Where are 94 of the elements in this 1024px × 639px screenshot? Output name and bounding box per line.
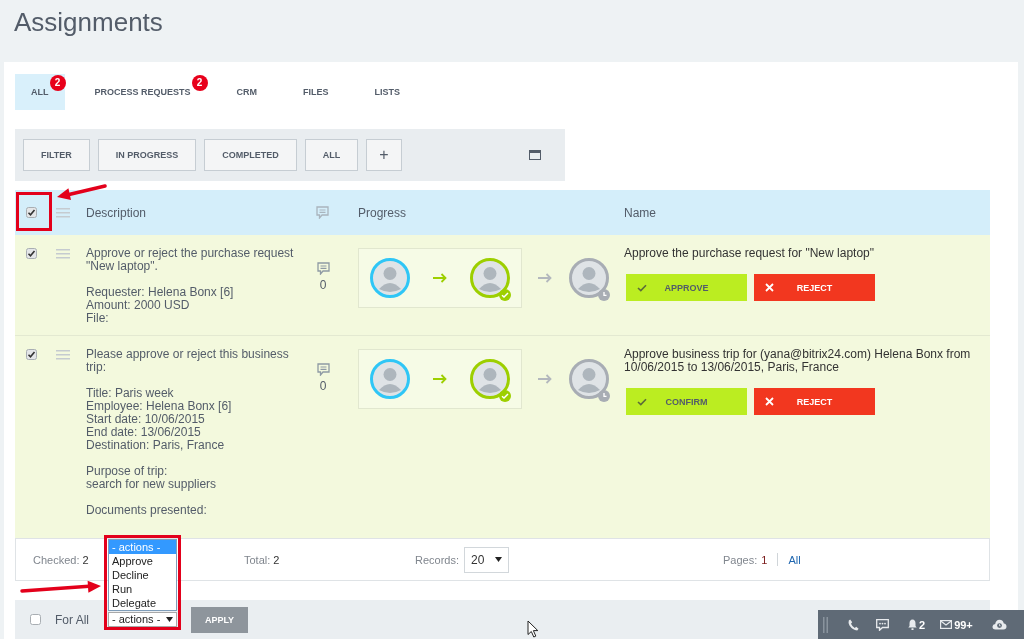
drag-handle-icon bbox=[56, 207, 70, 218]
drag-handle-icon[interactable] bbox=[56, 350, 70, 360]
column-header: Name bbox=[624, 205, 656, 220]
tab[interactable]: CRM bbox=[220, 74, 274, 110]
close-icon bbox=[765, 283, 774, 292]
task-name: Approve the purchase request for "New laptop" bbox=[624, 247, 874, 260]
dropdown-option[interactable]: Delegate bbox=[109, 596, 176, 610]
drag-handle-icon[interactable] bbox=[56, 249, 70, 259]
mail-icon[interactable] bbox=[940, 620, 953, 629]
comment-count: 0 bbox=[319, 380, 327, 393]
phone-icon[interactable] bbox=[848, 618, 859, 631]
message-count: 99+ bbox=[954, 618, 973, 631]
page-link[interactable]: 1 bbox=[761, 553, 768, 566]
mouse-cursor-icon bbox=[527, 620, 539, 638]
description-text: File: bbox=[86, 312, 110, 325]
for-all-label: For All bbox=[55, 612, 89, 627]
avatar-icon bbox=[470, 359, 510, 399]
for-all-checkbox[interactable] bbox=[30, 614, 41, 625]
total-label: Total: bbox=[244, 553, 271, 566]
filter-button[interactable]: ALL bbox=[304, 139, 359, 171]
notification-count: 2 bbox=[919, 618, 926, 631]
comment-icon[interactable] bbox=[316, 262, 330, 275]
caret-icon bbox=[495, 557, 503, 562]
filter-button[interactable]: IN PROGRESS bbox=[97, 139, 197, 171]
tab[interactable]: PROCESS REQUESTS 2 bbox=[78, 74, 207, 110]
records-label: Records: bbox=[415, 553, 460, 566]
check-icon bbox=[637, 283, 647, 292]
avatar-icon bbox=[470, 258, 510, 298]
row-checkbox[interactable] bbox=[26, 248, 37, 259]
add-filter-button[interactable]: + bbox=[366, 139, 402, 171]
checked-count: 2 bbox=[82, 553, 89, 566]
description-text: Amount: 2000 USD bbox=[86, 299, 191, 312]
avatar-icon bbox=[569, 258, 609, 298]
reject-button[interactable]: REJECT bbox=[754, 388, 875, 415]
checked-label: Checked: bbox=[33, 553, 80, 566]
avatar-icon bbox=[370, 258, 410, 298]
arrow-right-icon bbox=[433, 374, 447, 384]
clock-badge-icon bbox=[598, 289, 610, 301]
bell-icon[interactable] bbox=[908, 619, 917, 630]
column-header: Description bbox=[86, 205, 147, 220]
description-text: Purpose of trip: bbox=[86, 465, 169, 478]
description-text: Documents presented: bbox=[86, 504, 208, 517]
tab[interactable]: ALL 2 bbox=[15, 74, 65, 110]
description-text: Please approve or reject this business trip: bbox=[86, 348, 290, 374]
description-text: Approve or reject the purchase request "New laptop". bbox=[86, 247, 295, 273]
arrow-right-icon bbox=[538, 273, 552, 283]
close-icon bbox=[765, 397, 774, 406]
actions-select[interactable]: - actions - bbox=[108, 612, 177, 627]
check-badge-icon bbox=[499, 390, 511, 402]
count-badge: 2 bbox=[191, 75, 208, 91]
avatar-icon bbox=[370, 359, 410, 399]
total-count: 2 bbox=[273, 553, 280, 566]
arrow-right-icon bbox=[433, 273, 447, 283]
dropdown-option[interactable]: Approve bbox=[109, 554, 176, 568]
window-icon[interactable] bbox=[529, 150, 541, 160]
task-name: Approve business trip for (yana@bitrix24.com) Helena Bonx from 10/06/2015 to 13/06/2015, Paris, France bbox=[624, 348, 972, 374]
description-text: Title: Paris week bbox=[86, 387, 175, 400]
annotation-arrow bbox=[55, 182, 107, 202]
dropdown-option[interactable]: Run bbox=[109, 582, 176, 596]
description-text: Destination: Paris, France bbox=[86, 439, 226, 452]
description-text: Start date: 10/06/2015 bbox=[86, 413, 206, 426]
description-text: End date: 13/06/2015 bbox=[86, 426, 202, 439]
tab[interactable]: LISTS bbox=[358, 74, 417, 110]
grip-icon[interactable] bbox=[823, 616, 828, 633]
description-text: Requester: Helena Bonx [6] bbox=[86, 286, 235, 299]
page-link[interactable]: All bbox=[788, 553, 801, 566]
page-title: Assignments bbox=[14, 6, 163, 37]
row-checkbox[interactable] bbox=[26, 349, 37, 360]
description-text: Employee: Helena Bonx [6] bbox=[86, 400, 233, 413]
pages-label: Pages: bbox=[723, 553, 758, 566]
approve-button[interactable]: CONFIRM bbox=[626, 388, 747, 415]
column-header: Progress bbox=[358, 205, 407, 220]
tab[interactable]: FILES bbox=[287, 74, 345, 110]
comment-count: 0 bbox=[319, 279, 327, 292]
annotation-frame bbox=[16, 192, 52, 231]
dropdown-option[interactable]: Decline bbox=[109, 568, 176, 582]
approve-button[interactable]: APPROVE bbox=[626, 274, 747, 301]
filter-button[interactable]: COMPLETED bbox=[204, 139, 297, 171]
reject-button[interactable]: REJECT bbox=[754, 274, 875, 301]
arrow-right-icon bbox=[538, 374, 552, 384]
check-icon bbox=[637, 397, 647, 406]
clock-badge-icon bbox=[598, 390, 610, 402]
description-text: search for new suppliers bbox=[86, 478, 218, 491]
avatar-icon bbox=[569, 359, 609, 399]
cloud-icon[interactable] bbox=[991, 619, 1007, 630]
chat-icon[interactable] bbox=[876, 618, 889, 631]
filter-button[interactable]: FILTER bbox=[23, 139, 90, 171]
count-badge: 2 bbox=[49, 75, 66, 91]
check-badge-icon bbox=[499, 289, 511, 301]
caret-icon bbox=[166, 617, 173, 622]
comment-icon bbox=[316, 206, 329, 219]
comment-icon[interactable] bbox=[316, 363, 330, 376]
select-all-checkbox[interactable] bbox=[26, 207, 37, 218]
records-select[interactable]: 20 bbox=[464, 546, 510, 573]
